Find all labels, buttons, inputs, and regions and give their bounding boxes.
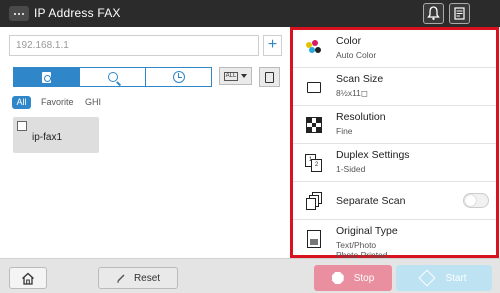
job-status-icon[interactable]: [449, 3, 470, 24]
bottom-bar: Reset Stop Start: [0, 258, 500, 293]
setting-scan-size-label: Scan Size: [336, 73, 384, 85]
start-button[interactable]: Start: [396, 265, 492, 291]
bell-icon[interactable]: [423, 3, 444, 24]
view-tab-group: [13, 67, 212, 87]
color-icon: [304, 39, 324, 59]
tab-address-book[interactable]: [14, 68, 80, 86]
destination-item[interactable]: ip-fax1: [13, 117, 99, 153]
search-icon: [107, 72, 118, 82]
chevron-down-icon: [241, 74, 248, 78]
start-icon: [418, 269, 436, 287]
eraser-icon: [116, 274, 125, 283]
view-dropdown-label: ALL: [223, 71, 239, 81]
setting-color[interactable]: Color Auto Color: [293, 30, 496, 68]
ip-address-input[interactable]: 192.168.1.1: [9, 35, 259, 56]
view-dropdown[interactable]: ALL: [219, 67, 252, 85]
window-title: IP Address FAX: [34, 6, 121, 20]
setting-original-type[interactable]: Original Type Text/Photo Photo Printed: [293, 220, 496, 260]
setting-separate-scan-label: Separate Scan: [336, 195, 406, 207]
destination-checkbox[interactable]: [17, 121, 27, 131]
settings-panel: Color Auto Color Scan Size 8½x11◻ Resolu…: [290, 27, 499, 260]
setting-separate-scan[interactable]: Separate Scan: [293, 182, 496, 220]
tab-history[interactable]: [146, 68, 211, 86]
setting-duplex[interactable]: 12 Duplex Settings 1-Sided: [293, 144, 496, 182]
reset-button[interactable]: Reset: [98, 267, 178, 289]
filter-all[interactable]: All: [12, 96, 31, 109]
setting-duplex-label: Duplex Settings: [336, 149, 410, 161]
setting-resolution[interactable]: Resolution Fine: [293, 106, 496, 144]
filter-favorite[interactable]: Favorite: [41, 97, 74, 107]
original-type-icon: [304, 229, 324, 249]
destination-name: ip-fax1: [32, 132, 63, 143]
resolution-icon: [304, 115, 324, 135]
stop-icon: [331, 272, 344, 284]
menu-button[interactable]: [9, 6, 29, 21]
filter-ghi[interactable]: GHI: [85, 97, 101, 107]
setting-original-type-value: Text/Photo Photo Printed: [336, 240, 388, 260]
separate-scan-icon: [304, 191, 324, 211]
setting-color-value: Auto Color: [336, 50, 377, 60]
address-book-icon: [42, 71, 51, 83]
setting-scan-size-value: 8½x11◻: [336, 88, 368, 98]
home-button[interactable]: [9, 267, 47, 289]
reset-label: Reset: [133, 272, 161, 284]
home-icon: [22, 272, 34, 285]
separate-scan-toggle[interactable]: [463, 193, 489, 208]
stop-label: Stop: [353, 272, 375, 284]
register-address-button[interactable]: [259, 67, 280, 87]
scan-size-icon: [304, 77, 324, 97]
stop-button[interactable]: Stop: [314, 265, 392, 291]
title-bar: IP Address FAX: [0, 0, 500, 27]
duplex-icon: 12: [304, 153, 324, 173]
book-icon: [265, 71, 274, 83]
add-destination-button[interactable]: +: [263, 35, 282, 56]
setting-resolution-label: Resolution: [336, 111, 386, 123]
tab-search[interactable]: [80, 68, 146, 86]
clock-icon: [172, 71, 185, 83]
ip-address-value: 192.168.1.1: [16, 40, 69, 51]
setting-duplex-value: 1-Sided: [336, 164, 366, 174]
setting-color-label: Color: [336, 35, 362, 47]
setting-scan-size[interactable]: Scan Size 8½x11◻: [293, 68, 496, 106]
start-label: Start: [445, 272, 467, 284]
setting-resolution-value: Fine: [336, 126, 353, 136]
setting-original-type-label: Original Type: [336, 225, 398, 237]
